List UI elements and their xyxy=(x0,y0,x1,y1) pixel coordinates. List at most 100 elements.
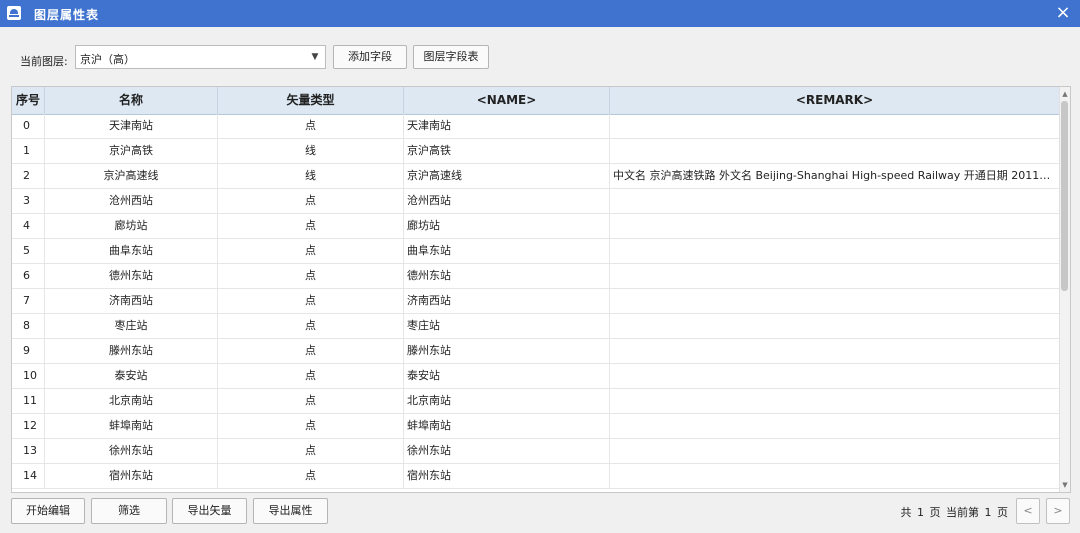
table-cell[interactable]: 点 xyxy=(218,314,404,338)
table-cell[interactable]: 点 xyxy=(218,289,404,313)
table-cell[interactable]: 滕州东站 xyxy=(404,339,610,363)
table-cell[interactable]: 泰安站 xyxy=(404,364,610,388)
table-cell[interactable]: 7 xyxy=(12,289,45,313)
table-cell[interactable]: 3 xyxy=(12,189,45,213)
column-header-0[interactable]: 序号 xyxy=(12,87,45,114)
table-cell[interactable]: 曲阜东站 xyxy=(45,239,218,263)
table-cell[interactable]: 蚌埠南站 xyxy=(45,414,218,438)
table-cell[interactable]: 徐州东站 xyxy=(45,439,218,463)
export-vector-button[interactable]: 导出矢量 xyxy=(172,498,247,524)
table-cell[interactable]: 13 xyxy=(12,439,45,463)
table-cell[interactable]: 枣庄站 xyxy=(45,314,218,338)
table-cell[interactable]: 曲阜东站 xyxy=(404,239,610,263)
table-cell[interactable]: 点 xyxy=(218,464,404,488)
chevron-down-icon[interactable]: ▼ xyxy=(307,46,323,68)
table-cell[interactable]: 天津南站 xyxy=(45,114,218,138)
current-layer-select[interactable]: 京沪（高） ▼ xyxy=(75,45,326,69)
table-cell[interactable] xyxy=(610,214,1060,238)
table-row[interactable]: 8 枣庄站点枣庄站 xyxy=(12,314,1060,339)
table-cell[interactable]: 泰安站 xyxy=(45,364,218,388)
table-cell[interactable] xyxy=(610,189,1060,213)
table-row[interactable]: 2 京沪高速线线京沪高速线 中文名 京沪高速铁路 外文名 Beijing-Shang… xyxy=(12,164,1060,189)
table-cell[interactable]: 沧州西站 xyxy=(45,189,218,213)
table-cell[interactable]: 点 xyxy=(218,239,404,263)
table-cell[interactable]: 德州东站 xyxy=(45,264,218,288)
table-cell[interactable] xyxy=(610,389,1060,413)
table-cell[interactable]: 廊坊站 xyxy=(404,214,610,238)
table-cell[interactable]: 点 xyxy=(218,189,404,213)
table-cell[interactable]: 1 xyxy=(12,139,45,163)
table-cell[interactable]: 京沪高铁 xyxy=(45,139,218,163)
table-cell[interactable]: 沧州西站 xyxy=(404,189,610,213)
table-cell[interactable]: 蚌埠南站 xyxy=(404,414,610,438)
table-cell[interactable]: 4 xyxy=(12,214,45,238)
title-bar[interactable]: 图层属性表 × xyxy=(0,0,1080,27)
table-cell[interactable]: 点 xyxy=(218,414,404,438)
table-cell[interactable]: 线 xyxy=(218,139,404,163)
table-cell[interactable] xyxy=(610,139,1060,163)
table-row[interactable]: 1 京沪高铁线京沪高铁 xyxy=(12,139,1060,164)
table-cell[interactable]: 北京南站 xyxy=(45,389,218,413)
table-cell[interactable] xyxy=(610,239,1060,263)
table-cell[interactable] xyxy=(610,364,1060,388)
table-cell[interactable]: 11 xyxy=(12,389,45,413)
table-cell[interactable]: 5 xyxy=(12,239,45,263)
table-row[interactable]: 11 北京南站点北京南站 xyxy=(12,389,1060,414)
next-page-button[interactable]: > xyxy=(1046,498,1070,524)
table-cell[interactable]: 点 xyxy=(218,389,404,413)
table-cell[interactable]: 点 xyxy=(218,264,404,288)
table-cell[interactable]: 点 xyxy=(218,439,404,463)
table-row[interactable]: 14 宿州东站点宿州东站 xyxy=(12,464,1060,489)
table-row[interactable]: 0 天津南站点天津南站 xyxy=(12,114,1060,139)
table-cell[interactable] xyxy=(610,264,1060,288)
table-cell[interactable]: 2 xyxy=(12,164,45,188)
vertical-scrollbar[interactable]: ▲ ▼ xyxy=(1059,87,1070,492)
table-cell[interactable]: 点 xyxy=(218,339,404,363)
table-cell[interactable]: 京沪高速线 xyxy=(45,164,218,188)
table-cell[interactable] xyxy=(610,289,1060,313)
table-cell[interactable]: 10 xyxy=(12,364,45,388)
table-cell[interactable]: 中文名 京沪高速铁路 外文名 Beijing-Shanghai High-spe… xyxy=(610,164,1060,188)
table-row[interactable]: 3 沧州西站点沧州西站 xyxy=(12,189,1060,214)
table-row[interactable]: 10 泰安站点泰安站 xyxy=(12,364,1060,389)
table-cell[interactable]: 京沪高速线 xyxy=(404,164,610,188)
table-row[interactable]: 6 德州东站点德州东站 xyxy=(12,264,1060,289)
table-cell[interactable]: 枣庄站 xyxy=(404,314,610,338)
table-cell[interactable]: 京沪高铁 xyxy=(404,139,610,163)
scroll-down-icon[interactable]: ▼ xyxy=(1060,479,1070,491)
table-cell[interactable]: 0 xyxy=(12,114,45,138)
table-cell[interactable]: 线 xyxy=(218,164,404,188)
table-cell[interactable] xyxy=(610,339,1060,363)
table-row[interactable]: 7 济南西站点济南西站 xyxy=(12,289,1060,314)
close-icon[interactable]: × xyxy=(1054,3,1072,23)
filter-button[interactable]: 筛选 xyxy=(91,498,167,524)
table-cell[interactable]: 6 xyxy=(12,264,45,288)
field-table-button[interactable]: 图层字段表 xyxy=(413,45,489,69)
prev-page-button[interactable]: < xyxy=(1016,498,1040,524)
table-row[interactable]: 5 曲阜东站点曲阜东站 xyxy=(12,239,1060,264)
table-cell[interactable] xyxy=(610,414,1060,438)
column-header-3[interactable]: <NAME> xyxy=(404,87,610,114)
table-cell[interactable]: 济南西站 xyxy=(404,289,610,313)
table-cell[interactable]: 点 xyxy=(218,214,404,238)
table-cell[interactable] xyxy=(610,439,1060,463)
table-row[interactable]: 12 蚌埠南站点蚌埠南站 xyxy=(12,414,1060,439)
table-cell[interactable]: 济南西站 xyxy=(45,289,218,313)
table-cell[interactable]: 宿州东站 xyxy=(45,464,218,488)
table-cell[interactable]: 德州东站 xyxy=(404,264,610,288)
table-cell[interactable]: 徐州东站 xyxy=(404,439,610,463)
column-header-4[interactable]: <REMARK> xyxy=(610,87,1060,114)
scroll-up-icon[interactable]: ▲ xyxy=(1060,88,1070,100)
table-cell[interactable]: 14 xyxy=(12,464,45,488)
table-cell[interactable] xyxy=(610,114,1060,138)
add-field-button[interactable]: 添加字段 xyxy=(333,45,407,69)
table-cell[interactable]: 滕州东站 xyxy=(45,339,218,363)
export-attribute-button[interactable]: 导出属性 xyxy=(253,498,328,524)
start-edit-button[interactable]: 开始编辑 xyxy=(11,498,85,524)
table-cell[interactable]: 9 xyxy=(12,339,45,363)
table-cell[interactable]: 点 xyxy=(218,114,404,138)
table-cell[interactable] xyxy=(610,464,1060,488)
table-cell[interactable]: 8 xyxy=(12,314,45,338)
scrollbar-thumb[interactable] xyxy=(1061,101,1068,291)
table-row[interactable]: 4 廊坊站点廊坊站 xyxy=(12,214,1060,239)
